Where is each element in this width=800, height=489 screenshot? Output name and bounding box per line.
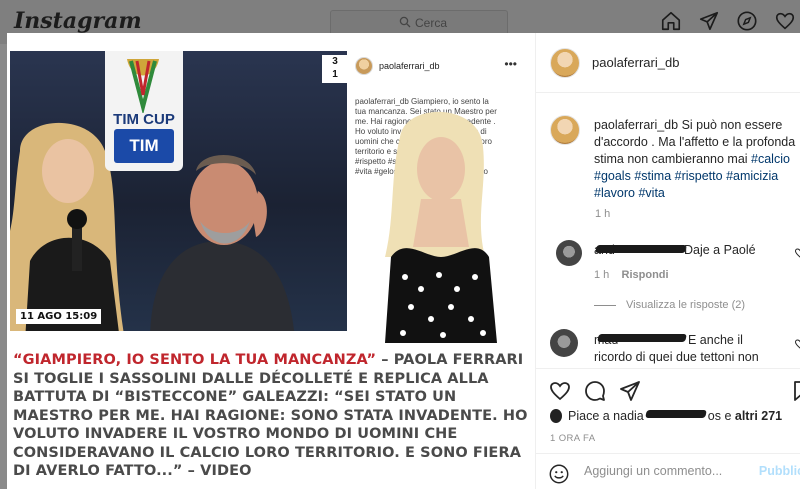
hashtag[interactable]: #stima: [634, 169, 671, 183]
caption-avatar[interactable]: [550, 115, 580, 145]
home-icon[interactable]: [660, 10, 682, 32]
post-header: paolaferrari_db: [536, 33, 800, 93]
likes-others[interactable]: altri 271: [735, 409, 782, 423]
caption-username[interactable]: paolaferrari_db: [594, 118, 678, 132]
post-date: 1 ORA FA: [550, 433, 596, 444]
embedded-username: paolaferrari_db: [379, 61, 440, 71]
reply-button[interactable]: Rispondi: [622, 269, 669, 281]
caption-time: 1 h: [595, 208, 611, 220]
comment-meta: 1 h Rispondi: [594, 269, 669, 281]
score-away: 1: [332, 69, 338, 80]
tv-screenshot-image: TIM CUP TIM 3 1 11 AGO 15:09: [10, 51, 348, 331]
hashtag[interactable]: #amicizia: [726, 169, 778, 183]
date-badge: 11 AGO 15:09: [16, 309, 102, 324]
like-comment-heart-icon[interactable]: [794, 247, 800, 259]
liker-name[interactable]: nadia: [613, 409, 644, 423]
add-comment-input[interactable]: Aggiungi un commento...: [584, 464, 722, 478]
direct-icon[interactable]: [698, 10, 720, 32]
commentator-figure: [150, 154, 294, 331]
hashtag[interactable]: #rispetto: [675, 169, 723, 183]
headline-body: – PAOLA FERRARI SI TOGLIE I SASSOLINI DA…: [13, 352, 528, 479]
add-comment-bar: Aggiungi un commento... Pubblica: [536, 453, 800, 489]
hashtag[interactable]: #vita: [638, 186, 664, 200]
like-heart-icon[interactable]: [548, 379, 572, 403]
liker-avatar: [550, 409, 562, 423]
comment-text: Daje a Paolé: [684, 243, 756, 257]
comment-text: E anche il: [688, 333, 743, 347]
activity-heart-icon[interactable]: [774, 10, 796, 32]
share-icon[interactable]: [618, 379, 642, 403]
comment-text-cont: ricordo di quei due tettoni non: [594, 350, 759, 364]
explore-icon[interactable]: [736, 10, 758, 32]
embedded-instagram-post: paolaferrari_db ••• paolaferrari_db Giam…: [347, 51, 535, 343]
publish-button[interactable]: Pubblica: [759, 464, 800, 478]
redaction-scribble: [597, 334, 687, 342]
redaction-scribble: [644, 410, 707, 418]
score-home: 3: [332, 56, 338, 67]
search-placeholder: Cerca: [415, 16, 448, 30]
embedded-post-header: paolaferrari_db: [355, 57, 440, 75]
commenter-avatar[interactable]: [550, 329, 578, 357]
divider: [594, 304, 616, 306]
instagram-logo[interactable]: Instagram: [14, 8, 142, 34]
article-headline: “GIAMPIERO, IO SENTO LA TUA MANCANZA” – …: [13, 351, 531, 481]
hashtag[interactable]: #goals: [594, 169, 631, 183]
comment-time: 1 h: [594, 269, 610, 281]
avatar: [355, 57, 373, 75]
likes-joiner: os e: [707, 409, 735, 423]
commenter-avatar[interactable]: [556, 240, 582, 266]
hashtag[interactable]: #calcio: [751, 152, 790, 166]
emoji-smile-icon[interactable]: [548, 463, 570, 485]
view-replies-label: Visualizza le risposte (2): [626, 299, 746, 311]
comment-bubble-icon[interactable]: [583, 379, 607, 403]
author-avatar[interactable]: [550, 48, 580, 78]
scoreboard: 3 1: [322, 55, 348, 83]
embedded-caption-line: paolaferrari_db Giampiero, io sento la: [355, 97, 489, 106]
likes-summary[interactable]: Piace a nadia os e altri 271: [550, 409, 782, 423]
hashtag[interactable]: #lavoro: [594, 186, 635, 200]
trophy-icon: [127, 59, 159, 113]
caption: paolaferrari_db Si può non essere d'acco…: [594, 117, 799, 202]
post-media[interactable]: TIM CUP TIM 3 1 11 AGO 15:09 paolaferrar…: [7, 33, 535, 489]
likes-prefix: Piace a: [568, 409, 614, 423]
view-replies[interactable]: Visualizza le risposte (2): [594, 299, 745, 311]
save-bookmark-icon[interactable]: [790, 379, 800, 403]
like-comment-heart-icon[interactable]: [794, 338, 800, 350]
redaction-scribble: [595, 245, 687, 253]
search-icon: [399, 16, 411, 28]
post-sidebar: paolaferrari_db paolaferrari_db Si può n…: [535, 33, 800, 489]
portrait-image: [385, 111, 497, 343]
post-actions: Piace a nadia os e altri 271 1 ORA FA: [536, 368, 800, 444]
author-username[interactable]: paolaferrari_db: [592, 55, 679, 70]
likes-text: Piace a nadia os e altri 271: [568, 409, 782, 423]
more-options-icon: •••: [504, 57, 517, 71]
cup-brand: TIM CUP: [113, 111, 175, 128]
headline-quote: “GIAMPIERO, IO SENTO LA TUA MANCANZA”: [13, 352, 377, 368]
post-modal: TIM CUP TIM 3 1 11 AGO 15:09 paolaferrar…: [7, 33, 800, 489]
